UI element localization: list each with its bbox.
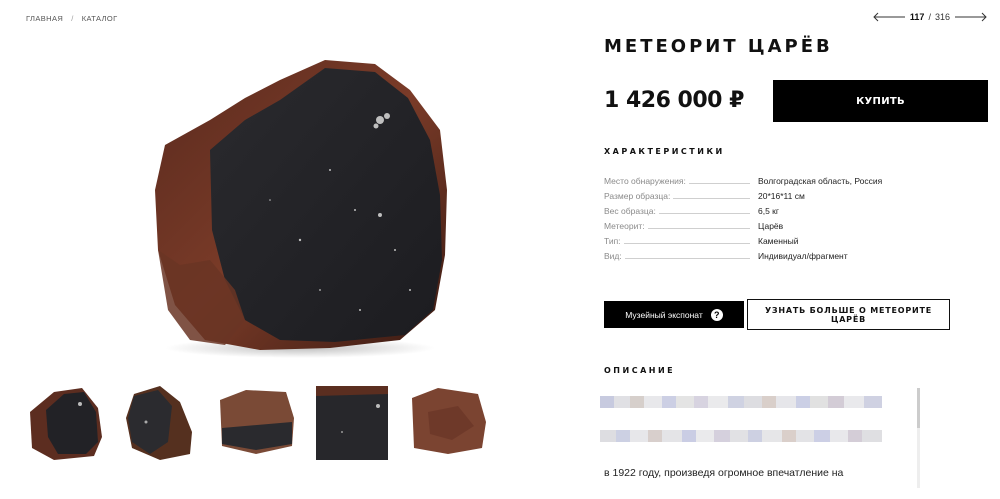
spec-value: Волгоградская область, Россия [758,176,883,186]
thumbnail-1[interactable] [24,382,104,462]
spec-label: Вес образца: [604,206,656,216]
spec-label: Размер образца: [604,191,671,201]
spec-row: Место обнаружения: Волгоградская область… [604,171,924,186]
museum-exhibit-button[interactable]: Музейный экспонат ? [604,301,744,328]
spec-row: Вид: Индивидуал/фрагмент [604,246,924,261]
specs-heading: ХАРАКТЕРИСТИКИ [604,147,725,156]
spec-value: Царёв [758,221,784,231]
pager-total: 316 [934,12,950,22]
specs-list: Место обнаружения: Волгоградская область… [604,171,924,261]
breadcrumb-catalog-link[interactable]: КАТАЛОГ [82,14,118,23]
product-main-photo[interactable] [150,50,450,360]
pager-current: 117 [909,12,925,22]
blurred-text-placeholder [600,396,882,442]
buy-button[interactable]: КУПИТЬ [773,80,988,122]
museum-exhibit-label: Музейный экспонат [625,309,703,320]
description-heading: ОПИСАНИЕ [604,366,676,375]
spec-label: Место обнаружения: [604,176,686,186]
thumbnail-4[interactable] [312,382,392,462]
breadcrumb: ГЛАВНАЯ / КАТАЛОГ [26,14,118,23]
spec-label: Метеорит: [604,221,645,231]
spec-row: Вес образца: 6,5 кг [604,201,924,216]
thumbnail-strip [24,382,488,462]
spec-value: 20*16*11 см [758,191,805,201]
description-scrollbar[interactable] [917,388,920,488]
question-icon[interactable]: ? [710,308,723,321]
spec-row: Метеорит: Царёв [604,216,924,231]
description-visible-line: в 1922 году, произведя огромное впечатле… [604,467,844,479]
breadcrumb-separator: / [71,14,74,23]
spec-value: Каменный [758,236,799,246]
spec-value: 6,5 кг [758,206,779,216]
breadcrumb-home-link[interactable]: ГЛАВНАЯ [26,14,63,23]
product-pager: 117/316 [872,12,988,22]
arrow-right-icon[interactable] [954,12,988,22]
pager-separator: / [928,12,931,22]
spec-label: Вид: [604,251,622,261]
spec-row: Тип: Каменный [604,231,924,246]
product-title: МЕТЕОРИТ ЦАРЁВ [604,36,833,57]
description-text-area: в 1922 году, произведя огромное впечатле… [600,388,920,488]
spec-label: Тип: [604,236,621,246]
arrow-left-icon[interactable] [872,12,906,22]
learn-more-button[interactable]: УЗНАТЬ БОЛЬШЕ О МЕТЕОРИТЕ ЦАРЁВ [747,299,950,330]
thumbnail-3[interactable] [216,382,296,462]
spec-value: Индивидуал/фрагмент [758,251,848,261]
spec-row: Размер образца: 20*16*11 см [604,186,924,201]
thumbnail-2[interactable] [120,382,200,462]
scrollbar-thumb[interactable] [917,388,920,428]
thumbnail-5[interactable] [408,382,488,462]
product-price: 1 426 000 ₽ [604,88,744,113]
